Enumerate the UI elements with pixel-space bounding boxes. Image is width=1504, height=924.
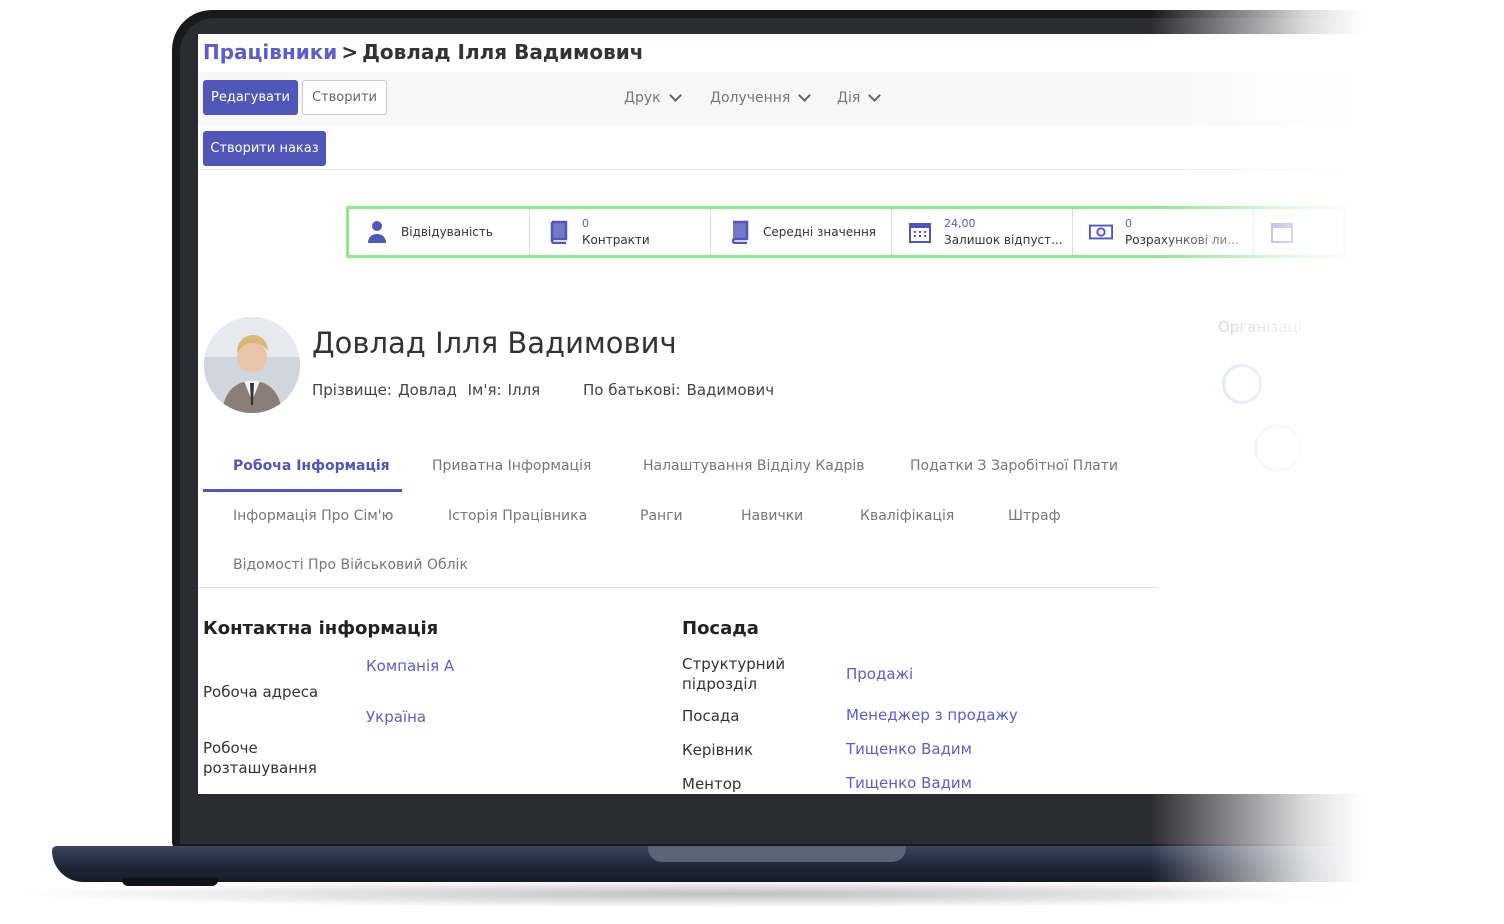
job-label: Посада [682, 707, 740, 725]
laptop-mockup: Працівники > Довлад Ілля Вадимович Редагув… [0, 0, 1504, 924]
job-link[interactable]: Менеджер з продажу [846, 706, 1018, 724]
edit-button[interactable]: Редагувати [203, 80, 298, 115]
stat-extra[interactable] [1254, 209, 1343, 255]
breadcrumb-parent-link[interactable]: Працівники [203, 40, 337, 64]
contact-section-title: Контактна інформація [203, 618, 439, 639]
laptop-notch [648, 846, 906, 862]
mentor-label: Ментор [682, 775, 742, 793]
employee-name: Довлад Ілля Вадимович [312, 326, 677, 360]
action-dropdown[interactable]: Дія [837, 89, 882, 106]
tab-military-record[interactable]: Відомості Про Військовий Облік [233, 557, 468, 573]
stat-label: Відвідуваність [401, 225, 493, 239]
book-icon [727, 220, 751, 244]
org-chart-avatar [1254, 424, 1302, 472]
stat-label: Контракти [582, 233, 650, 247]
stat-payslips[interactable]: 0 Розрахункові ли... [1073, 209, 1254, 255]
action-dropdown-label: Дія [837, 90, 861, 106]
employee-avatar[interactable] [204, 317, 300, 413]
mentor-link[interactable]: Тищенко Вадим [846, 774, 972, 792]
create-order-button[interactable]: Створити наказ [203, 131, 326, 166]
breadcrumb-separator: > [341, 40, 359, 64]
company-link[interactable]: Компанія А [366, 657, 454, 675]
stat-label: Розрахункові ли... [1125, 233, 1239, 247]
stat-value: 0 [582, 217, 589, 230]
attachments-dropdown[interactable]: Долучення [710, 89, 812, 106]
firstname-value: Ілля [507, 381, 541, 399]
stat-label: Залишок відпуст... [944, 233, 1063, 247]
chevron-down-icon [868, 89, 882, 102]
active-tab-indicator [203, 489, 402, 492]
create-button[interactable]: Створити [302, 80, 387, 115]
money-icon [1089, 220, 1113, 244]
book-icon [546, 220, 570, 244]
tab-ranks[interactable]: Ранги [640, 508, 683, 524]
print-dropdown-label: Друк [624, 90, 661, 106]
stat-leave-balance[interactable]: 24,00 Залишок відпуст... [892, 209, 1073, 255]
country-link[interactable]: Україна [366, 708, 426, 726]
surname-value: Довлад [397, 381, 457, 399]
laptop-foot [122, 878, 218, 886]
stat-attendance[interactable]: Відвідуваність [349, 209, 530, 255]
calendar-icon [1270, 220, 1294, 244]
attachments-dropdown-label: Долучення [710, 90, 791, 106]
patronymic-value: Вадимович [686, 381, 775, 399]
tab-private-info[interactable]: Приватна Інформація [432, 458, 591, 474]
department-label: Структурний підрозділ [682, 655, 786, 693]
department-link[interactable]: Продажі [846, 665, 913, 683]
tab-penalty[interactable]: Штраф [1008, 508, 1061, 524]
tab-skills[interactable]: Навички [741, 508, 803, 524]
stat-value: 0 [1125, 217, 1132, 230]
firstname-label: Ім'я: [467, 381, 502, 399]
position-section-title: Посада [682, 618, 759, 639]
calendar-icon [908, 220, 932, 244]
laptop-shadow [10, 880, 1440, 908]
print-dropdown[interactable]: Друк [624, 89, 682, 106]
surname-label: Прізвище: [312, 381, 392, 399]
work-location-label: Робоче розташування [203, 739, 317, 777]
org-chart-title: Організаці [1218, 318, 1302, 336]
tab-payroll-taxes[interactable]: Податки З Заробітної Плати [910, 458, 1118, 474]
smart-buttons: Відвідуваність 0 Контракти Середні значен… [346, 206, 1346, 258]
stat-label: Середні значення [763, 225, 877, 239]
tab-family-info[interactable]: Інформація Про Сім'ю [233, 508, 393, 524]
manager-label: Керівник [682, 741, 754, 759]
patronymic-label: По батькові: [582, 381, 681, 399]
employee-name-parts: Прізвище: Довлад Ім'я: Ілля По батькові: Ва… [312, 381, 780, 399]
user-icon [365, 220, 389, 244]
breadcrumb-current: Довлад Ілля Вадимович [362, 40, 644, 64]
tab-employee-history[interactable]: Історія Працівника [448, 508, 587, 524]
app-screen: Працівники > Довлад Ілля Вадимович Редагув… [198, 34, 1438, 794]
status-bar [198, 126, 1438, 170]
manager-link[interactable]: Тищенко Вадим [846, 740, 972, 758]
work-address-label: Робоча адреса [203, 683, 319, 701]
chevron-down-icon [668, 89, 682, 102]
tab-hr-settings[interactable]: Налаштування Відділу Кадрів [643, 458, 865, 474]
tab-work-info[interactable]: Робоча Інформація [233, 458, 390, 474]
chevron-down-icon [798, 89, 812, 102]
stat-contracts[interactable]: 0 Контракти [530, 209, 711, 255]
stat-value: 24,00 [944, 217, 976, 230]
breadcrumb: Працівники > Довлад Ілля Вадимович [203, 40, 643, 64]
org-chart-avatar [1222, 364, 1262, 404]
tab-qualification[interactable]: Кваліфікація [860, 508, 954, 524]
stat-averages[interactable]: Середні значення [711, 209, 892, 255]
tabs-divider [198, 587, 1158, 588]
